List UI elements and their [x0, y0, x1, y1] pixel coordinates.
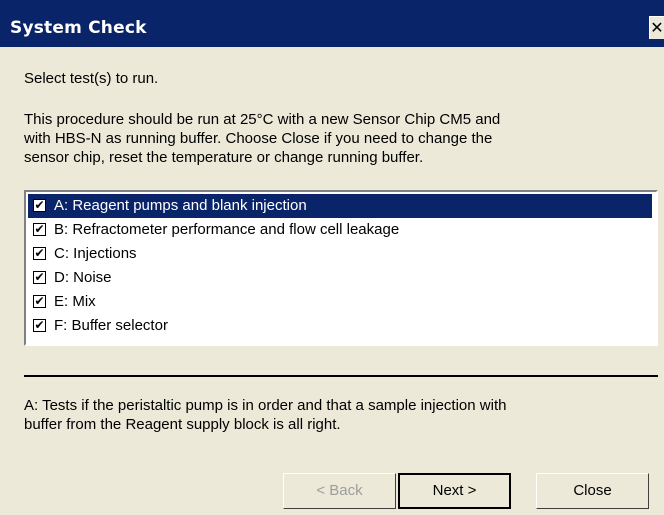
checkbox-e[interactable]: ✔: [33, 295, 46, 308]
window-title: System Check: [10, 18, 147, 38]
help-line: buffer from the Reagent supply block is …: [24, 416, 341, 433]
checkbox-f[interactable]: ✔: [33, 319, 46, 332]
checkbox-b[interactable]: ✔: [33, 223, 46, 236]
test-label-c: C: Injections: [54, 245, 137, 262]
description-line: sensor chip, reset the temperature or ch…: [24, 149, 424, 166]
checkbox-c[interactable]: ✔: [33, 247, 46, 260]
close-button[interactable]: Close: [536, 473, 649, 509]
test-help-text: A: Tests if the peristaltic pump is in o…: [24, 396, 644, 434]
divider: [24, 375, 658, 377]
test-item-b[interactable]: ✔ B: Refractometer performance and flow …: [28, 218, 652, 242]
description-line: with HBS-N as running buffer. Choose Clo…: [24, 130, 493, 147]
close-icon[interactable]: ✕: [649, 16, 664, 39]
test-item-e[interactable]: ✔ E: Mix: [28, 290, 652, 314]
next-button[interactable]: Next >: [398, 473, 511, 509]
prompt-text: Select test(s) to run.: [24, 70, 159, 87]
test-item-c[interactable]: ✔ C: Injections: [28, 242, 652, 266]
test-label-d: D: Noise: [54, 269, 112, 286]
test-item-a[interactable]: ✔ A: Reagent pumps and blank injection: [28, 194, 652, 218]
test-checklist[interactable]: ✔ A: Reagent pumps and blank injection ✔…: [24, 190, 658, 346]
test-label-f: F: Buffer selector: [54, 317, 168, 334]
test-item-f[interactable]: ✔ F: Buffer selector: [28, 314, 652, 338]
test-label-b: B: Refractometer performance and flow ce…: [54, 221, 400, 238]
back-button[interactable]: < Back: [283, 473, 396, 509]
system-check-dialog: System Check ✕ Select test(s) to run. Th…: [0, 0, 664, 515]
description-line: This procedure should be run at 25°C wit…: [24, 111, 501, 128]
help-line: A: Tests if the peristaltic pump is in o…: [24, 397, 507, 414]
checkbox-d[interactable]: ✔: [33, 271, 46, 284]
test-label-a: A: Reagent pumps and blank injection: [54, 197, 307, 214]
procedure-description: This procedure should be run at 25°C wit…: [24, 110, 634, 167]
test-label-e: E: Mix: [54, 293, 96, 310]
test-item-d[interactable]: ✔ D: Noise: [28, 266, 652, 290]
checkbox-a[interactable]: ✔: [33, 199, 46, 212]
title-bar[interactable]: System Check ✕: [0, 0, 664, 47]
